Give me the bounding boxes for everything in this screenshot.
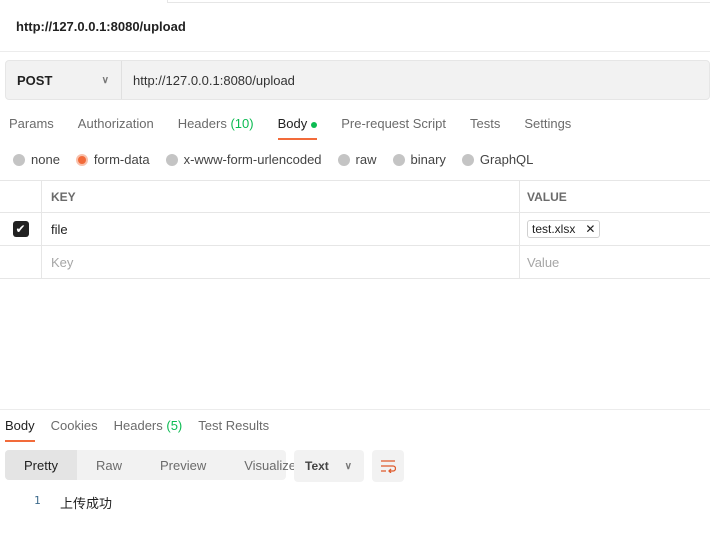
form-data-table: KEY VALUE ✔ file test.xlsx ✕ Key Value	[0, 180, 710, 279]
response-tab-test-results[interactable]: Test Results	[198, 418, 269, 442]
radio-icon	[165, 153, 178, 166]
tab-headers-label: Headers	[177, 116, 227, 131]
divider	[0, 51, 710, 52]
key-cell[interactable]: file	[42, 213, 520, 245]
response-tab-cookies[interactable]: Cookies	[51, 418, 98, 442]
remove-file-icon[interactable]: ✕	[585, 222, 595, 236]
view-mode-selector: Pretty Raw Preview Visualize	[5, 450, 296, 480]
radio-icon	[392, 153, 405, 166]
radio-label: form-data	[93, 152, 150, 167]
url-bar: POST ∨ http://127.0.0.1:8080/upload	[5, 60, 710, 100]
wrap-lines-button[interactable]	[372, 450, 404, 482]
modified-dot-icon	[311, 121, 318, 128]
request-tabs: Params Authorization Headers (10) Body P…	[9, 116, 595, 140]
response-tabs: Body Cookies Headers (5) Test Results	[5, 418, 285, 442]
radio-graphql[interactable]: GraphQL	[461, 152, 534, 167]
tab-headers[interactable]: Headers (10)	[178, 116, 254, 140]
headers-count: (10)	[230, 116, 254, 131]
value-input[interactable]: Value	[520, 246, 710, 278]
response-tab-headers[interactable]: Headers (5)	[114, 418, 183, 442]
table-row-empty: Key Value	[0, 246, 710, 279]
tab-params[interactable]: Params	[9, 116, 54, 140]
radio-icon	[337, 153, 350, 166]
radio-x-www-form-urlencoded[interactable]: x-www-form-urlencoded	[165, 152, 322, 167]
format-select[interactable]: Text ∨	[294, 450, 364, 482]
radio-icon	[461, 153, 474, 166]
radio-binary[interactable]: binary	[392, 152, 446, 167]
tab-strip-edge	[167, 0, 710, 3]
radio-label: none	[31, 152, 60, 167]
row-checkbox[interactable]: ✔	[12, 221, 29, 237]
file-chip: test.xlsx ✕	[527, 220, 601, 238]
radio-label: raw	[355, 152, 377, 167]
radio-form-data[interactable]: form-data	[75, 152, 150, 167]
tab-prerequest-script[interactable]: Pre-request Script	[341, 116, 446, 140]
format-label: Text	[305, 459, 329, 473]
response-body-text: 上传成功	[60, 496, 113, 511]
key-header: KEY	[42, 181, 520, 212]
divider	[0, 409, 710, 410]
response-tab-body[interactable]: Body	[5, 418, 35, 442]
tab-tests[interactable]: Tests	[470, 116, 500, 140]
chevron-down-icon: ∨	[101, 74, 109, 86]
file-name: test.xlsx	[532, 222, 576, 236]
request-title: http://127.0.0.1:8080/upload	[16, 19, 186, 34]
radio-label: x-www-form-urlencoded	[183, 152, 322, 167]
radio-raw[interactable]: raw	[337, 152, 377, 167]
response-headers-count: (5)	[166, 418, 183, 433]
tab-authorization[interactable]: Authorization	[78, 116, 154, 140]
view-raw[interactable]: Raw	[77, 450, 141, 480]
table-header: KEY VALUE	[0, 180, 710, 213]
key-input[interactable]: Key	[42, 246, 520, 278]
tab-body[interactable]: Body	[277, 116, 318, 140]
body-type-radios: none form-data x-www-form-urlencoded raw…	[13, 152, 549, 167]
line-number: 1	[34, 494, 41, 507]
view-pretty[interactable]: Pretty	[5, 450, 77, 480]
url-input[interactable]: http://127.0.0.1:8080/upload	[122, 73, 295, 88]
radio-label: GraphQL	[479, 152, 534, 167]
response-headers-label: Headers	[113, 418, 163, 433]
radio-selected-icon	[75, 153, 88, 166]
tab-body-label: Body	[277, 116, 308, 131]
view-preview[interactable]: Preview	[141, 450, 225, 480]
method-label: POST	[17, 72, 53, 88]
table-row: ✔ file test.xlsx ✕	[0, 213, 710, 246]
chevron-down-icon: ∨	[344, 460, 352, 472]
value-header: VALUE	[527, 189, 567, 204]
method-select[interactable]: POST ∨	[6, 61, 122, 99]
wrap-lines-icon	[381, 460, 396, 473]
tab-settings[interactable]: Settings	[524, 116, 571, 140]
radio-icon	[13, 153, 25, 166]
radio-none[interactable]: none	[13, 152, 60, 167]
radio-label: binary	[410, 152, 446, 167]
